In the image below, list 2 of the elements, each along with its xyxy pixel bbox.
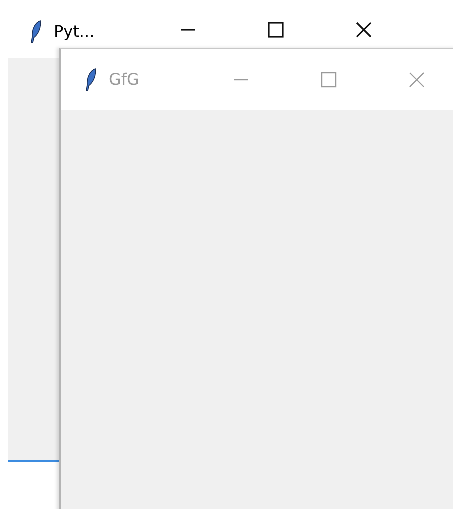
window-title: Pyt... bbox=[54, 22, 95, 41]
window-title: GfG bbox=[109, 70, 140, 89]
